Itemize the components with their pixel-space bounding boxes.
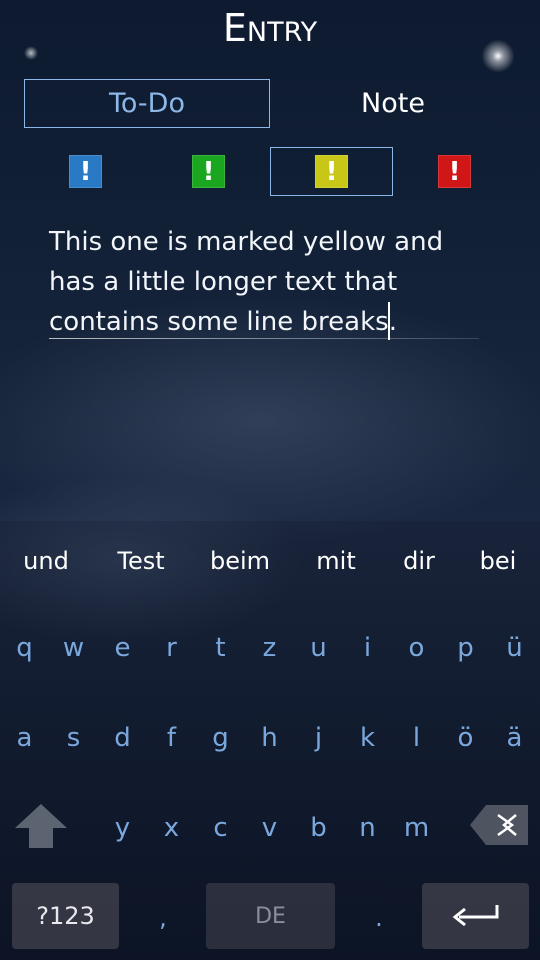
key-d[interactable]: d [98,693,147,783]
key-p[interactable]: p [441,603,490,693]
priority-blue-icon: ! [69,155,102,188]
text-cursor [388,302,390,340]
entry-text-area[interactable]: This one is marked yellow and has a litt… [49,222,479,342]
priority-red-icon: ! [438,155,471,188]
key-w[interactable]: w [49,603,98,693]
key-j[interactable]: j [294,693,343,783]
key-i[interactable]: i [343,603,392,693]
suggestion-bei[interactable]: bei [456,521,540,601]
priority-green-icon: ! [192,155,225,188]
word-suggestions-bar: und Test beim mit dir bei [0,521,540,601]
key-x[interactable]: x [147,783,196,873]
type-todo-button[interactable]: To-Do [24,79,270,128]
key-e[interactable]: e [98,603,147,693]
backspace-key[interactable] [468,800,530,850]
page-title: Entry [222,6,318,50]
priority-yellow-button[interactable]: ! [270,147,393,196]
type-note-button[interactable]: Note [270,79,516,128]
key-c[interactable]: c [196,783,245,873]
period-key[interactable]: . [364,893,394,943]
key-v[interactable]: v [245,783,294,873]
key-l[interactable]: l [392,693,441,783]
key-b[interactable]: b [294,783,343,873]
key-n[interactable]: n [343,783,392,873]
text-area-underline [49,338,479,339]
key-s[interactable]: s [49,693,98,783]
suggestion-beim[interactable]: beim [190,521,290,601]
shift-key[interactable] [12,798,70,854]
key-o[interactable]: o [392,603,441,693]
priority-yellow-icon: ! [315,155,348,188]
priority-red-button[interactable]: ! [393,147,516,196]
key-z[interactable]: z [245,603,294,693]
page-header: Entry [0,0,540,74]
enter-key[interactable] [422,883,529,949]
key-r[interactable]: r [147,603,196,693]
key-a[interactable]: a [0,693,49,783]
priority-green-button[interactable]: ! [147,147,270,196]
suggestion-mit[interactable]: mit [290,521,382,601]
key-h[interactable]: h [245,693,294,783]
language-space-key[interactable]: DE [206,883,335,949]
suggestion-test[interactable]: Test [92,521,190,601]
glow-indicator-icon [480,38,516,74]
suggestion-und[interactable]: und [0,521,92,601]
key-f[interactable]: f [147,693,196,783]
symbols-key[interactable]: ?123 [12,883,119,949]
suggestion-dir[interactable]: dir [382,521,456,601]
key-t[interactable]: t [196,603,245,693]
key-m[interactable]: m [392,783,441,873]
key-u[interactable]: u [294,603,343,693]
enter-arrow-icon [452,905,498,927]
key-y[interactable]: y [98,783,147,873]
key-oe[interactable]: ö [441,693,490,783]
shift-arrow-icon [15,804,67,848]
key-q[interactable]: q [0,603,49,693]
backspace-icon [470,805,528,845]
comma-key[interactable]: , [148,893,178,943]
key-ae[interactable]: ä [490,693,539,783]
key-ue[interactable]: ü [490,603,539,693]
key-g[interactable]: g [196,693,245,783]
key-k[interactable]: k [343,693,392,783]
priority-blue-button[interactable]: ! [24,147,147,196]
